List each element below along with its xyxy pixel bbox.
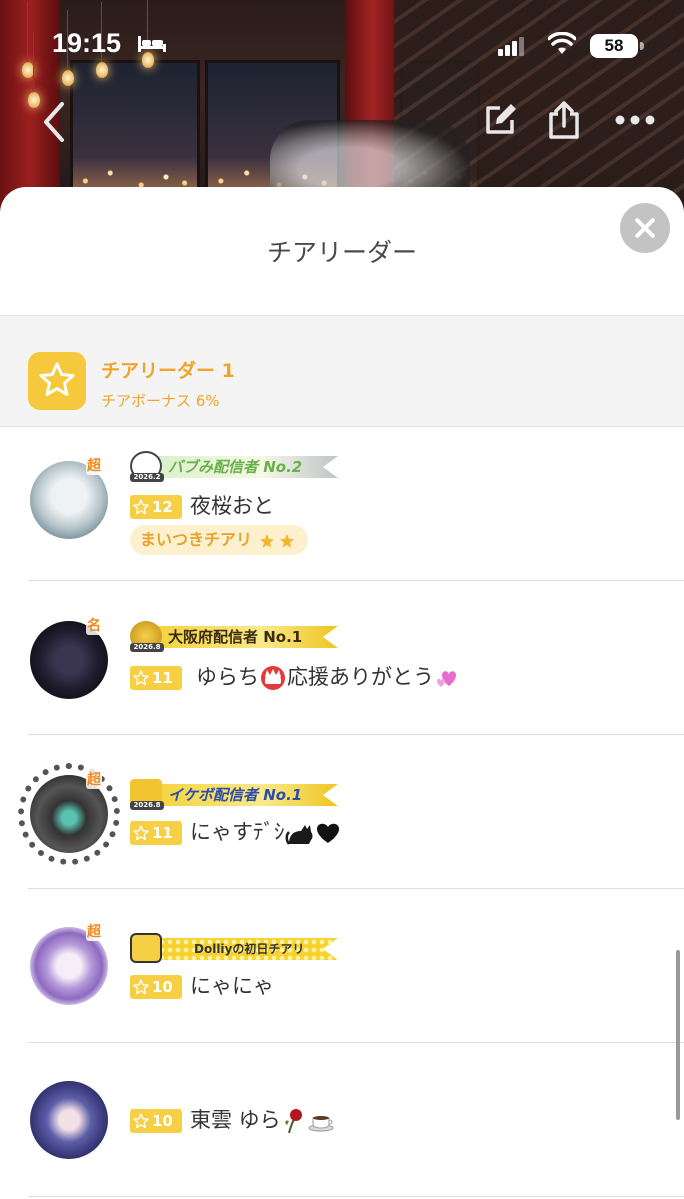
sheet-title: チアリーダー	[266, 238, 417, 267]
coffee-emoji-icon	[308, 1116, 334, 1132]
user-name-line: にゃすﾃﾞｼ	[190, 817, 341, 847]
black-cat-emoji-icon	[285, 825, 312, 845]
star-icon	[39, 362, 75, 396]
divider	[28, 1196, 684, 1197]
super-tag: 名	[86, 615, 102, 635]
level-chip: 11	[130, 666, 182, 690]
more-icon[interactable]	[614, 112, 656, 128]
rank-star-badge	[28, 352, 86, 410]
cheerleader-sheet: チアリーダー チアリーダー 1 チアボーナス 6% 超 バブみ配信者 No.2 …	[0, 187, 684, 1199]
super-tag: 超	[86, 921, 102, 941]
star-emblem-icon	[130, 933, 162, 963]
user-avatar[interactable]	[30, 1081, 108, 1159]
hearts-emoji-icon	[437, 671, 456, 687]
rank-title: チアリーダー 1	[101, 360, 235, 382]
list-item[interactable]: 超 Dolliyの初日チアリ 10 にゃにゃ	[0, 889, 684, 1043]
user-avatar[interactable]: 超	[18, 763, 120, 865]
list-item[interactable]: 10 東雲 ゆら	[0, 1043, 684, 1197]
list-item[interactable]: 名 大阪府配信者 No.1 2026.8 11 ゆらち 応援ありがとう	[0, 581, 684, 735]
level-chip: 11	[130, 821, 182, 845]
level-number: 10	[152, 978, 173, 996]
black-heart-emoji-icon	[316, 823, 339, 843]
level-number: 11	[152, 669, 173, 687]
level-number: 10	[152, 1112, 173, 1130]
wilted-rose-emoji-icon	[284, 1109, 302, 1134]
super-tag: 超	[86, 455, 102, 475]
user-name: にゃすﾃﾞｼ	[190, 820, 285, 844]
list-item[interactable]: 超 バブみ配信者 No.2 2026.2 12 夜桜おと まいつきチアリ	[0, 427, 684, 581]
user-name: にゃにゃ	[190, 974, 274, 998]
star-icon	[133, 825, 149, 841]
monthly-cheer-pill: まいつきチアリ	[130, 525, 308, 555]
edit-icon[interactable]	[482, 102, 518, 138]
level-number: 11	[152, 824, 173, 842]
two-stars-icon	[259, 533, 294, 548]
sleep-icon	[138, 36, 166, 52]
user-avatar[interactable]: 名	[30, 615, 108, 699]
badge-text: 大阪府配信者 No.1	[168, 628, 303, 646]
user-avatar[interactable]: 超	[30, 921, 108, 1005]
crown-emoji-icon	[261, 666, 285, 690]
user-name-line: 東雲 ゆら	[190, 1105, 337, 1135]
super-tag: 超	[86, 769, 102, 789]
rank-bonus: チアボーナス 6%	[101, 392, 220, 410]
signal-icon	[498, 37, 524, 56]
status-bar: 19:15 58	[0, 0, 684, 90]
pill-label: まいつきチアリ	[140, 530, 253, 549]
badge-text: Dolliyの初日チアリ	[194, 942, 305, 956]
badge-year: 2026.8	[130, 801, 164, 810]
user-name-suffix: 応援ありがとう	[287, 665, 434, 689]
level-chip: 10	[130, 975, 182, 999]
list-item[interactable]: 超 イケボ配信者 No.1 2026.8 11 にゃすﾃﾞｼ	[0, 735, 684, 889]
user-name: 東雲 ゆら	[190, 1108, 281, 1132]
close-icon[interactable]	[620, 203, 670, 253]
badge-text: バブみ配信者 No.2	[168, 458, 303, 476]
wifi-icon	[548, 32, 576, 54]
star-icon	[133, 499, 149, 515]
battery-tip	[640, 42, 644, 50]
status-time: 19:15	[52, 28, 122, 58]
user-name-line: ゆらち 応援ありがとう	[196, 662, 462, 692]
badge-year: 2026.8	[130, 643, 164, 652]
user-name: 夜桜おと	[190, 494, 274, 518]
star-icon	[133, 979, 149, 995]
level-number: 12	[152, 498, 173, 516]
avatar	[30, 1081, 108, 1159]
star-icon	[133, 670, 149, 686]
level-chip: 10	[130, 1109, 182, 1133]
battery-indicator: 58	[590, 34, 638, 58]
badge-year: 2026.2	[130, 473, 164, 482]
level-chip: 12	[130, 495, 182, 519]
back-chevron-icon[interactable]	[38, 100, 70, 144]
badge-text: イケボ配信者 No.1	[168, 786, 303, 804]
user-name: ゆらち	[196, 665, 259, 689]
rank-header: チアリーダー 1 チアボーナス 6%	[0, 315, 684, 427]
user-avatar[interactable]: 超	[30, 455, 108, 539]
share-icon[interactable]	[546, 100, 582, 140]
star-icon	[133, 1113, 149, 1129]
scrollbar[interactable]	[676, 950, 680, 1120]
